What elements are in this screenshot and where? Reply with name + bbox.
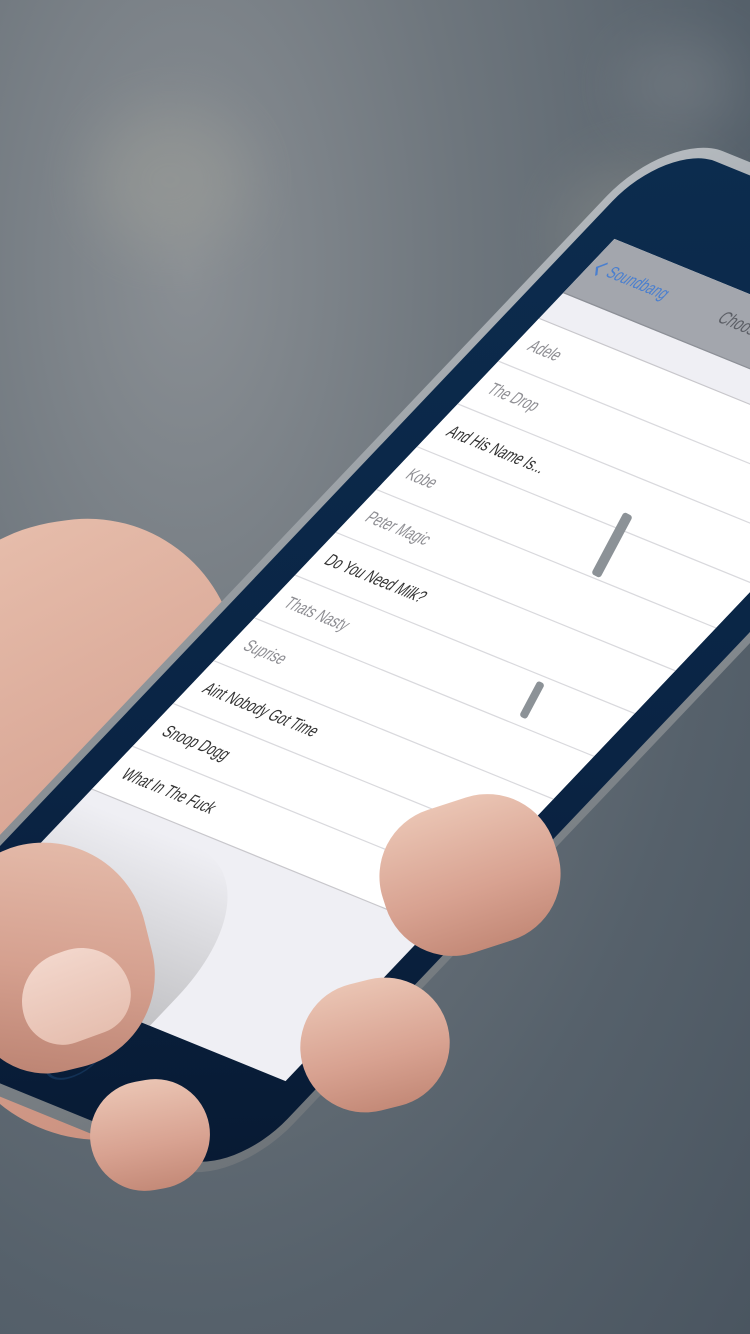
list-item-label: Adele bbox=[523, 336, 568, 365]
list-item-label: Kobe bbox=[401, 464, 444, 492]
list-item-label: Snoop Dogg bbox=[157, 721, 236, 764]
background-bokeh bbox=[620, 40, 740, 130]
list-item-label: Suprise bbox=[238, 636, 293, 669]
background-bokeh bbox=[90, 110, 250, 250]
list-item-label: The Drop bbox=[482, 379, 546, 415]
list-item-label: Thats Nasty bbox=[279, 593, 356, 635]
list-item-label: Peter Magic bbox=[360, 507, 437, 549]
